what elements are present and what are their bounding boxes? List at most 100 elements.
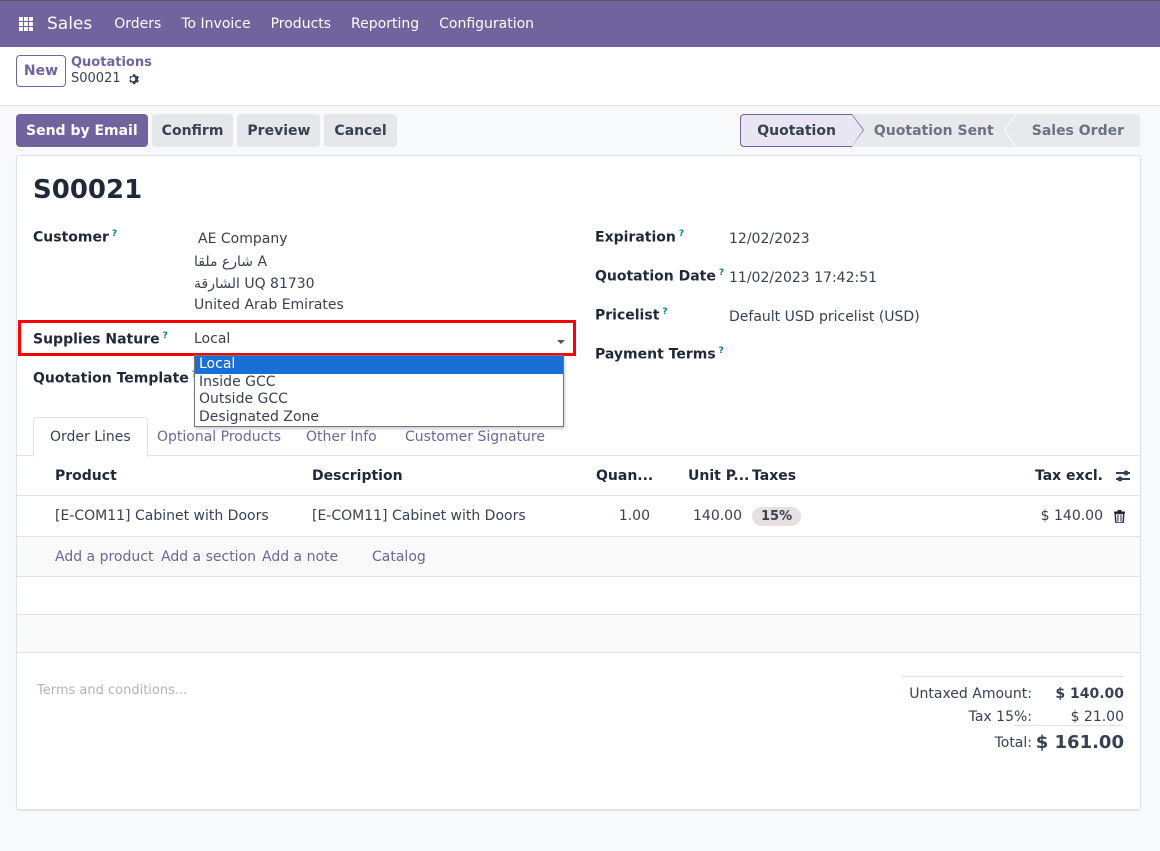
col-taxes[interactable]: Taxes bbox=[752, 456, 796, 495]
order-lines-header: Product Description Quan... Unit P... Ta… bbox=[17, 456, 1140, 496]
column-settings-icon[interactable] bbox=[1115, 456, 1131, 495]
tax-row: Tax 15%: $ 21.00 bbox=[902, 709, 1124, 725]
supplies-nature-label: Supplies Nature? bbox=[33, 331, 168, 348]
pricelist-label: Pricelist? bbox=[595, 307, 668, 324]
col-quantity[interactable]: Quan... bbox=[596, 456, 653, 495]
help-icon[interactable]: ? bbox=[719, 346, 724, 356]
payment-terms-label: Payment Terms? bbox=[595, 346, 724, 363]
stage-sales-order[interactable]: Sales Order bbox=[1010, 114, 1140, 147]
totals-summary: Untaxed Amount: $ 140.00 Tax 15%: $ 21.0… bbox=[902, 676, 1124, 753]
expiration-field[interactable]: 12/02/2023 bbox=[729, 231, 810, 247]
select-value: Local bbox=[194, 331, 231, 347]
label-text: Expiration bbox=[595, 229, 676, 246]
notebook-tabs: Order Lines Optional Products Other Info… bbox=[17, 417, 1140, 457]
help-icon[interactable]: ? bbox=[719, 268, 724, 278]
control-panel: New Quotations S00021 bbox=[0, 47, 1160, 106]
cell-taxes[interactable]: 15% bbox=[752, 496, 802, 536]
stage-label: Sales Order bbox=[1031, 122, 1124, 139]
cancel-button[interactable]: Cancel bbox=[324, 114, 397, 147]
label-text: Payment Terms bbox=[595, 346, 716, 363]
quotation-date-field[interactable]: 11/02/2023 17:42:51 bbox=[729, 270, 877, 286]
customer-label: Customer? bbox=[33, 229, 117, 246]
total-divider bbox=[1014, 725, 1124, 726]
help-icon[interactable]: ? bbox=[679, 229, 684, 239]
stage-quotation[interactable]: Quotation bbox=[740, 114, 864, 147]
add-product-link[interactable]: Add a product bbox=[55, 549, 153, 565]
confirm-button[interactable]: Confirm bbox=[151, 114, 234, 147]
label-text: Quotation Template bbox=[33, 370, 189, 387]
untaxed-row: Untaxed Amount: $ 140.00 bbox=[902, 686, 1124, 702]
catalog-link[interactable]: Catalog bbox=[372, 549, 426, 565]
untaxed-label: Untaxed Amount: bbox=[909, 686, 1032, 702]
add-section-link[interactable]: Add a section bbox=[161, 549, 256, 565]
trash-icon[interactable] bbox=[1114, 496, 1125, 536]
customer-address-line2: الشارقة UQ 81730 bbox=[194, 276, 315, 292]
form-sheet: S00021 Customer? AE Company شارع ملقا A … bbox=[16, 155, 1141, 810]
col-unit-price[interactable]: Unit P... bbox=[688, 456, 749, 495]
caret-down-icon bbox=[557, 340, 565, 344]
new-button[interactable]: New bbox=[16, 55, 66, 87]
total-label: Total: bbox=[994, 734, 1032, 751]
tax-badge: 15% bbox=[752, 506, 802, 526]
cell-subtotal: $ 140.00 bbox=[1040, 508, 1103, 524]
empty-row bbox=[17, 577, 1140, 615]
breadcrumb-current: S00021 bbox=[71, 71, 139, 86]
tax-value: $ 21.00 bbox=[1070, 709, 1124, 725]
label-text: Pricelist bbox=[595, 307, 660, 324]
option-inside-gcc[interactable]: Inside GCC bbox=[195, 374, 563, 392]
status-bar: Quotation Quotation Sent Sales Order bbox=[740, 114, 1140, 147]
total-value: $ 161.00 bbox=[1035, 732, 1124, 753]
cell-unit-price[interactable]: 140.00 bbox=[693, 496, 742, 536]
breadcrumb-quotations[interactable]: Quotations bbox=[71, 55, 152, 70]
customer-country: United Arab Emirates bbox=[194, 297, 344, 313]
option-outside-gcc[interactable]: Outside GCC bbox=[195, 391, 563, 409]
help-icon[interactable]: ? bbox=[662, 307, 667, 317]
label-text: Supplies Nature bbox=[33, 331, 160, 348]
tab-order-lines[interactable]: Order Lines bbox=[33, 417, 148, 457]
table-row[interactable]: [E-COM11] Cabinet with Doors [E-COM11] C… bbox=[17, 496, 1140, 537]
cell-description[interactable]: [E-COM11] Cabinet with Doors bbox=[312, 496, 526, 536]
col-description[interactable]: Description bbox=[312, 456, 403, 495]
cell-product[interactable]: [E-COM11] Cabinet with Doors bbox=[55, 496, 269, 536]
customer-name[interactable]: AE Company bbox=[198, 231, 287, 247]
add-note-link[interactable]: Add a note bbox=[262, 549, 338, 565]
gear-icon[interactable] bbox=[127, 73, 139, 85]
quotation-template-label: Quotation Template? bbox=[33, 370, 197, 387]
stage-quotation-sent[interactable]: Quotation Sent bbox=[852, 114, 1016, 147]
apps-menu-icon[interactable] bbox=[19, 17, 49, 31]
record-title: S00021 bbox=[33, 175, 143, 205]
total-row: Total: $ 161.00 bbox=[902, 732, 1124, 753]
cell-quantity[interactable]: 1.00 bbox=[619, 496, 650, 536]
menu-orders[interactable]: Orders bbox=[114, 16, 161, 32]
send-by-email-button[interactable]: Send by Email bbox=[16, 114, 148, 147]
action-buttons: Send by Email Confirm Preview Cancel bbox=[16, 114, 397, 147]
option-local[interactable]: Local bbox=[195, 356, 563, 374]
top-navbar: Sales Orders To Invoice Products Reporti… bbox=[0, 0, 1160, 48]
stage-label: Quotation bbox=[757, 122, 836, 139]
help-icon[interactable]: ? bbox=[112, 229, 117, 239]
option-designated-zone[interactable]: Designated Zone bbox=[195, 409, 563, 427]
untaxed-value: $ 140.00 bbox=[1055, 686, 1124, 702]
record-name: S00021 bbox=[71, 71, 121, 86]
help-icon[interactable]: ? bbox=[163, 331, 168, 341]
menu-products[interactable]: Products bbox=[271, 16, 331, 32]
col-tax-excl[interactable]: Tax excl. bbox=[1035, 456, 1103, 495]
menu-reporting[interactable]: Reporting bbox=[351, 16, 419, 32]
quotation-date-label: Quotation Date? bbox=[595, 268, 724, 285]
customer-address-line1: شارع ملقا A bbox=[194, 254, 268, 270]
menu-configuration[interactable]: Configuration bbox=[439, 16, 534, 32]
stage-label: Quotation Sent bbox=[873, 122, 994, 139]
preview-button[interactable]: Preview bbox=[237, 114, 321, 147]
col-product[interactable]: Product bbox=[55, 456, 117, 495]
supplies-nature-dropdown: Local Inside GCC Outside GCC Designated … bbox=[194, 355, 564, 427]
add-line-row: Add a product Add a section Add a note C… bbox=[17, 537, 1140, 577]
label-text: Quotation Date bbox=[595, 268, 716, 285]
expiration-label: Expiration? bbox=[595, 229, 684, 246]
empty-row bbox=[17, 615, 1140, 653]
supplies-nature-select[interactable]: Local bbox=[194, 331, 569, 353]
menu-to-invoice[interactable]: To Invoice bbox=[181, 16, 250, 32]
terms-input[interactable]: Terms and conditions... bbox=[37, 683, 187, 698]
tax-label: Tax 15%: bbox=[968, 709, 1032, 725]
pricelist-field[interactable]: Default USD pricelist (USD) bbox=[729, 309, 920, 325]
app-name[interactable]: Sales bbox=[47, 14, 92, 34]
